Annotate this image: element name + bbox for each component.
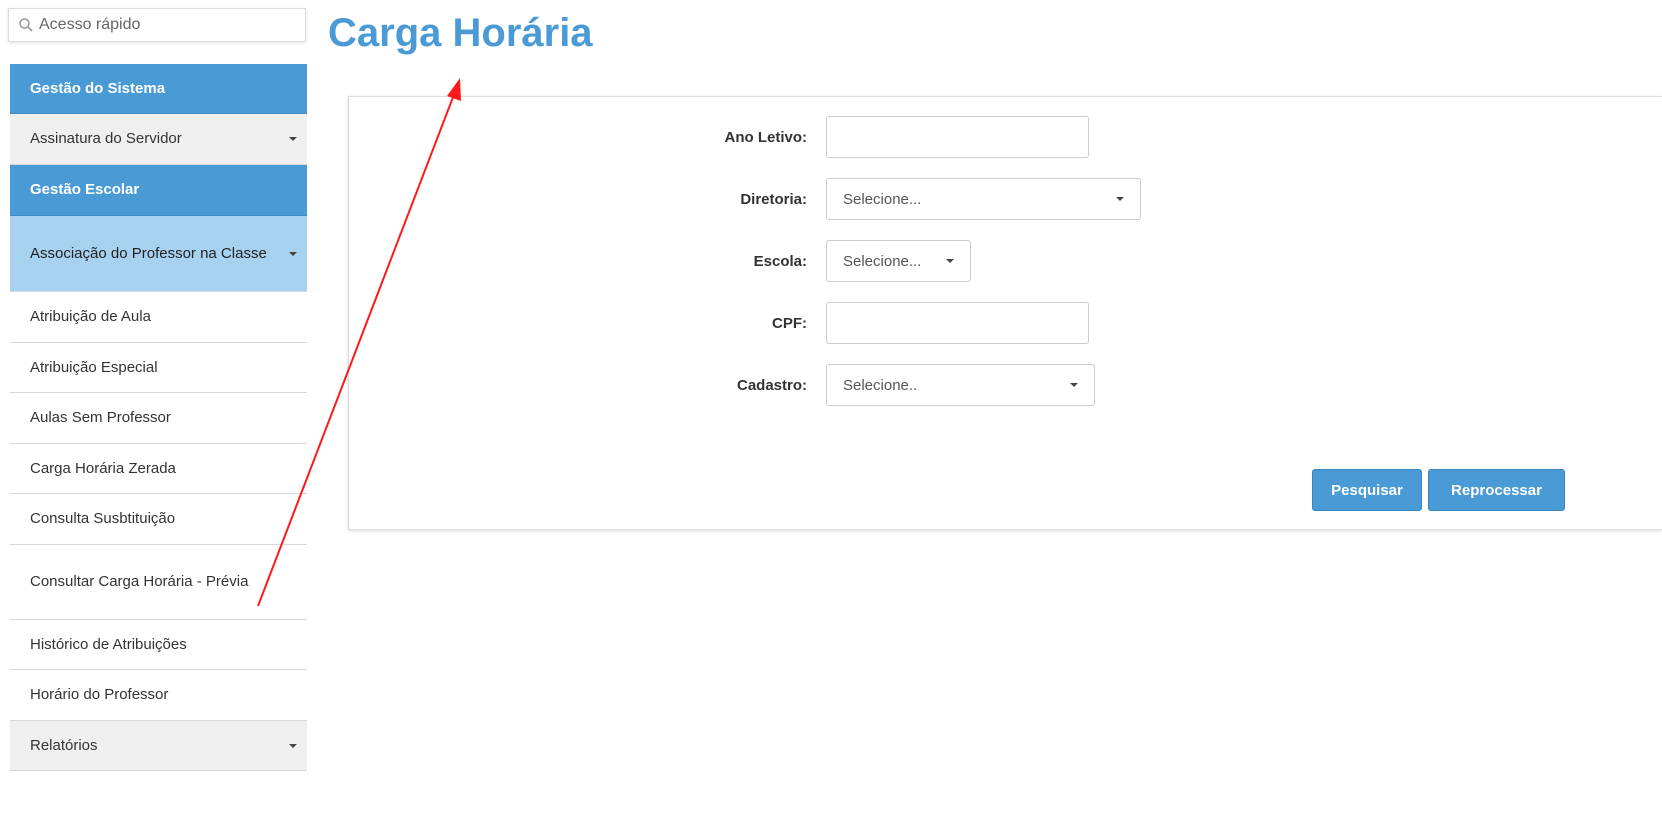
annotation-arrow-icon [257,78,461,607]
